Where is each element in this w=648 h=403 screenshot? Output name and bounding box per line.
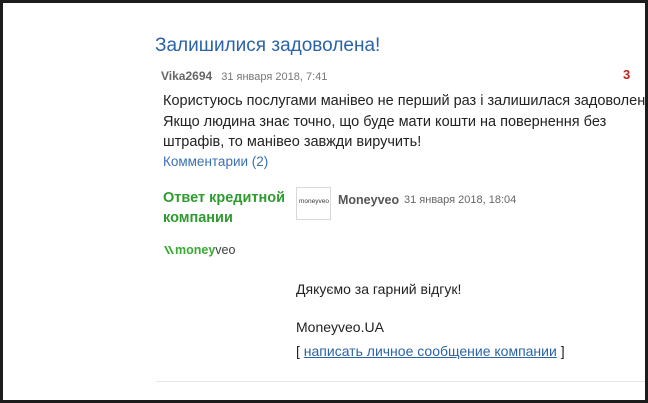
review-meta: Vika2694 31 января 2018, 7:41 <box>161 69 327 83</box>
company-avatar[interactable]: moneyveo <box>296 187 331 220</box>
private-message-line: [ написать личное сообщение компании ] <box>296 343 565 359</box>
review-text-line: штрафів, то манівео завжди виручить! <box>163 134 422 150</box>
pm-bracket-close: ] <box>556 343 565 359</box>
reply-signature: Moneyveo.UA <box>296 319 384 335</box>
review-text: Користуюсь послугами манівео не перший р… <box>163 91 645 153</box>
review-title[interactable]: Залишилися задоволена! <box>155 35 380 57</box>
divider <box>156 381 645 382</box>
review-text-line: Якщо людина знає точно, що буде мати кош… <box>163 113 607 130</box>
logo-text-money: money <box>175 243 216 257</box>
company-logo: moneyveo <box>164 243 235 257</box>
review-text-line: Користуюсь послугами манівео не перший р… <box>163 93 645 109</box>
private-message-link[interactable]: написать личное сообщение компании <box>304 343 557 359</box>
review-author[interactable]: Vika2694 <box>161 69 212 83</box>
company-reply-label-line: компании <box>163 210 233 226</box>
reply-text: Дякуємо за гарний відгук! <box>296 281 462 297</box>
logo-text-veo: veo <box>215 243 236 257</box>
pm-bracket-open: [ <box>296 343 304 359</box>
moneyveo-logo-icon <box>164 246 174 254</box>
company-name[interactable]: Moneyveo <box>338 193 399 207</box>
review-panel: Залишилися задоволена! Vika2694 31 январ… <box>3 3 645 400</box>
company-reply-label-line: Ответ кредитной <box>163 190 286 206</box>
company-reply-label: Ответ кредитной компании <box>163 188 285 228</box>
review-date: 31 января 2018, 7:41 <box>221 71 328 83</box>
review-rating: 3 <box>623 67 631 82</box>
reply-date: 31 января 2018, 18:04 <box>404 194 517 206</box>
company-avatar-text: moneyveo <box>299 198 329 205</box>
comments-link[interactable]: Комментарии (2) <box>163 154 268 169</box>
